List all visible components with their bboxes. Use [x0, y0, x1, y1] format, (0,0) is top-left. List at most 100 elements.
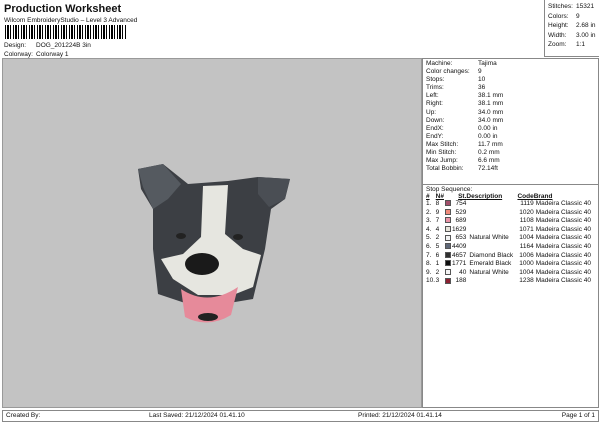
column-header: Code	[517, 193, 534, 200]
column-header: Description	[466, 193, 503, 200]
stat-label: Trims:	[426, 84, 444, 92]
column-header: N#	[435, 193, 444, 200]
table-row: 2. 9 529 1020 Madeira Classic 40	[426, 209, 595, 218]
printed-date: Printed: 21/12/2024 01.41.14	[358, 412, 442, 419]
thread-brand: Madeira Classic 40	[535, 234, 591, 242]
stat-value: 34.0 mm	[478, 108, 504, 116]
stat-value: 9	[576, 12, 580, 20]
page-title: Production Worksheet	[4, 3, 122, 15]
needle-number: 1	[435, 260, 440, 268]
needle-number: 7	[435, 217, 440, 225]
needle-number: 9	[435, 208, 440, 216]
stitch-count: 689	[455, 217, 467, 225]
thread-code: 1164	[519, 242, 534, 250]
stop-sequence-title: Stop Sequence:	[426, 186, 473, 193]
color-swatch	[444, 234, 451, 241]
color-swatch	[444, 217, 451, 224]
stop-index: 10.	[426, 277, 436, 285]
stat-row: Up: 34.0 mm	[426, 109, 595, 117]
thread-code: 1000	[519, 260, 534, 268]
thread-code: 1020	[519, 208, 534, 216]
thread-code: 1006	[519, 251, 534, 259]
stat-label: Width:	[548, 31, 567, 39]
stitch-count: 754	[455, 200, 467, 207]
machine-stats: Machine: Tajima Color changes: 9 Stops: 10 Tri…	[423, 59, 598, 185]
stat-row: Stitches: 15321	[548, 2, 596, 12]
table-row: 3. 7 689 1108 Madeira Classic 40	[426, 217, 595, 226]
stat-label: Total Bobbin:	[426, 165, 464, 173]
stat-row: EndX: 0.00 in	[426, 125, 595, 133]
stop-index: 4.	[426, 225, 432, 233]
thread-brand: Madeira Classic 40	[535, 217, 591, 225]
thread-code: 1004	[519, 234, 534, 242]
stat-value: 72.14ft	[478, 165, 498, 173]
colorway-label: Colorway:	[4, 51, 33, 58]
stat-row: Max Jump: 6.6 mm	[426, 157, 595, 165]
needle-number: 2	[435, 268, 440, 276]
thread-brand: Madeira Classic 40	[535, 251, 591, 259]
needle-number: 8	[435, 200, 440, 207]
column-header: St.	[458, 193, 467, 200]
stat-row: Min Stitch: 0.2 mm	[426, 149, 595, 157]
created-by: Created By:	[6, 412, 41, 419]
summary-box: Stitches: 15321 Colors: 9 Height: 2.68 in Widt…	[544, 0, 599, 57]
table-row: 4. 4 1629 1071 Madeira Classic 40	[426, 226, 595, 235]
table-row: 10. 3 188 1238 Madeira Classic 40	[426, 277, 595, 286]
thread-brand: Madeira Classic 40	[535, 242, 591, 250]
stat-value: 0.00 in	[478, 124, 498, 132]
thread-code: 1004	[519, 268, 534, 276]
color-swatch	[444, 277, 451, 284]
stat-value: 15321	[576, 3, 595, 10]
needle-number: 2	[435, 234, 440, 242]
thread-code: 1071	[519, 225, 534, 233]
stop-sequence-table: # N# St. Description Code Brand 1. 8 754 1119 Mad…	[426, 193, 595, 286]
thread-description	[466, 217, 516, 226]
stat-label: Stitches:	[548, 3, 573, 10]
color-swatch	[444, 269, 451, 276]
last-saved: Last Saved: 21/12/2024 01.41.10	[149, 412, 245, 419]
needle-number: 6	[435, 251, 440, 259]
color-swatch	[444, 208, 451, 215]
stat-label: Color changes:	[426, 68, 470, 76]
color-swatch	[444, 251, 451, 258]
stat-row: Left: 38.1 mm	[426, 92, 595, 100]
footer: Created By: Last Saved: 21/12/2024 01.41…	[2, 410, 599, 422]
stop-index: 9.	[426, 268, 432, 276]
stitch-count: 40	[459, 268, 467, 276]
column-header: #	[426, 193, 430, 200]
stat-label: Min Stitch:	[426, 149, 457, 157]
column-header: Brand	[533, 193, 553, 200]
stat-label: EndY:	[426, 132, 444, 140]
thread-description: Natural White	[469, 268, 509, 276]
stop-index: 8.	[426, 260, 432, 268]
stitch-count: 1629	[451, 225, 467, 233]
needle-number: 4	[435, 225, 440, 233]
stat-label: Colors:	[548, 12, 569, 20]
stat-row: Machine: Tajima	[426, 60, 595, 68]
page-number: Page 1 of 1	[561, 412, 595, 419]
stat-row: Stops: 10	[426, 76, 595, 84]
stat-value: 36	[478, 84, 486, 92]
thread-description	[466, 226, 516, 235]
stat-label: Max Jump:	[426, 157, 458, 165]
thread-code: 1119	[520, 200, 534, 207]
stat-value: 38.1 mm	[478, 92, 504, 100]
thread-brand: Madeira Classic 40	[535, 260, 591, 268]
stat-label: Zoom:	[548, 41, 567, 49]
stat-value: 11.7 mm	[478, 140, 503, 148]
stat-label: Stops:	[426, 76, 445, 84]
thread-brand: Madeira Classic 40	[535, 277, 591, 285]
design-preview	[2, 58, 422, 408]
stat-value: Tajima	[478, 60, 497, 67]
stitch-count: 4409	[451, 242, 467, 250]
stat-row: Max Stitch: 11.7 mm	[426, 141, 595, 149]
stitch-count: 1771	[451, 260, 467, 268]
stat-row: Colors: 9	[548, 12, 596, 22]
stop-index: 5.	[426, 234, 432, 242]
thread-code: 1238	[519, 277, 534, 285]
needle-number: 5	[435, 242, 440, 250]
stat-value: 10	[478, 76, 486, 84]
stat-row: Color changes: 9	[426, 68, 595, 76]
stat-row: Height: 2.68 in	[548, 21, 596, 31]
table-row: 6. 5 4409 1164 Madeira Classic 40	[426, 243, 595, 252]
